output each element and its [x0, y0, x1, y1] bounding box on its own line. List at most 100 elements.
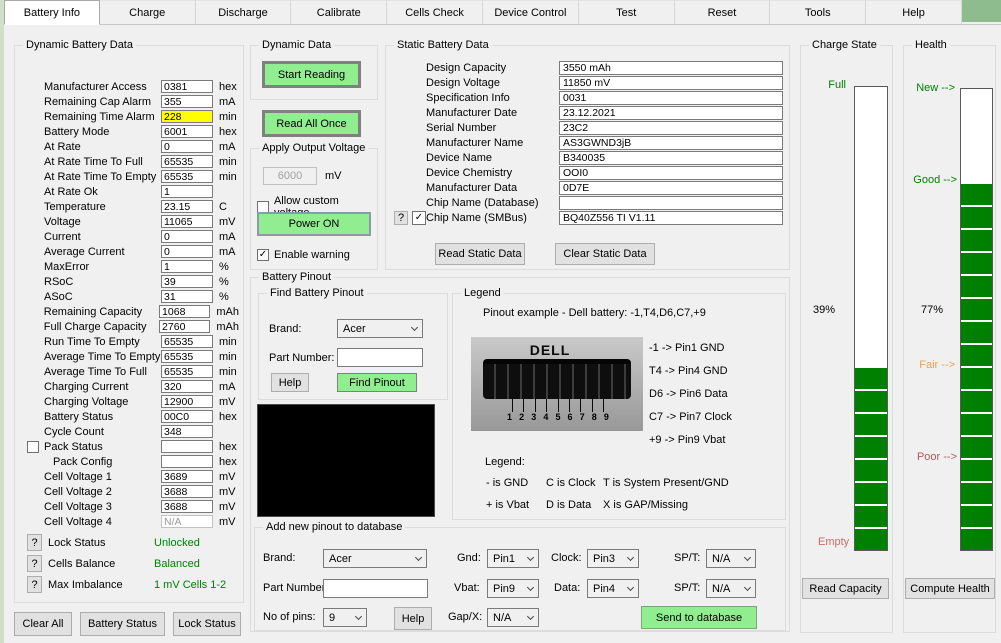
- tab[interactable]: Device Control: [482, 0, 579, 24]
- row-value-field[interactable]: 11850 mV: [559, 75, 783, 90]
- row-value-field[interactable]: 00C0: [161, 410, 213, 423]
- row-value-field[interactable]: 65535: [161, 350, 213, 363]
- group-title: Battery Pinout: [259, 271, 335, 283]
- help-button[interactable]: ?: [27, 555, 42, 572]
- tab[interactable]: Charge: [99, 0, 196, 24]
- row-value-field[interactable]: BQ40Z556 TI V1.11: [559, 210, 783, 225]
- power-on-button[interactable]: Power ON: [257, 212, 371, 236]
- tab[interactable]: Discharge: [195, 0, 292, 24]
- charge-state-group: Charge State Full 39% Empty: [800, 39, 893, 633]
- status-row: ? Max Imbalance 1 mV Cells 1-2: [27, 574, 239, 595]
- row-value-field[interactable]: 12900: [161, 395, 213, 408]
- smbus-checkbox[interactable]: [412, 210, 426, 225]
- read-capacity-button[interactable]: Read Capacity: [802, 578, 889, 599]
- row-label: Cell Voltage 4: [44, 515, 112, 528]
- row-value-field[interactable]: 65535: [161, 155, 213, 168]
- health-group: Health New --> Good --> 77% Fair --> Poo…: [903, 39, 996, 633]
- row-value-field[interactable]: 23C2: [559, 120, 783, 135]
- add-help-button[interactable]: Help: [394, 607, 432, 630]
- send-to-database-button[interactable]: Send to database: [641, 606, 757, 629]
- gap-select[interactable]: N/A: [487, 608, 539, 627]
- row-value-field[interactable]: 0031: [559, 90, 783, 105]
- row-value-field[interactable]: AS3GWND3jB: [559, 135, 783, 150]
- row-value-field[interactable]: 228: [161, 110, 213, 123]
- row-value-field[interactable]: 23.15: [161, 200, 213, 213]
- row-value-field[interactable]: 320: [161, 380, 213, 393]
- no-of-pins-select[interactable]: 9: [323, 608, 367, 627]
- gnd-select[interactable]: Pin1: [487, 549, 539, 568]
- row-value-field[interactable]: 65535: [161, 170, 213, 183]
- row-value-field[interactable]: 1: [161, 260, 213, 273]
- row-value-field[interactable]: 39: [161, 275, 213, 288]
- spt-select[interactable]: N/A: [706, 549, 756, 568]
- dynamic-data-row: Remaining Cap Alarm 355 mA: [27, 94, 239, 109]
- data-select[interactable]: Pin4: [587, 579, 639, 598]
- row-value-field[interactable]: 23.12.2021: [559, 105, 783, 120]
- row-value-field[interactable]: 31: [161, 290, 213, 303]
- row-value-field[interactable]: 0: [161, 140, 213, 153]
- tab[interactable]: Help: [866, 0, 962, 24]
- vbat-select[interactable]: Pin9: [487, 579, 539, 598]
- row-value-field[interactable]: 11065: [161, 215, 213, 228]
- row-value-field[interactable]: B340035: [559, 150, 783, 165]
- group-title: Apply Output Voltage: [259, 142, 369, 154]
- compute-health-button[interactable]: Compute Health: [905, 578, 995, 599]
- battery-status-button[interactable]: Battery Status: [80, 612, 165, 636]
- tab[interactable]: Battery Info: [4, 0, 100, 25]
- row-prefix: [27, 351, 44, 363]
- voltage-input[interactable]: 6000: [263, 167, 317, 185]
- enable-warning-checkbox[interactable]: [257, 249, 269, 261]
- row-value-field[interactable]: 3688: [161, 500, 213, 513]
- row-value-field[interactable]: 355: [161, 95, 213, 108]
- row-value-field[interactable]: [161, 455, 213, 468]
- part-number-input[interactable]: [323, 579, 428, 598]
- start-reading-button[interactable]: Start Reading: [262, 61, 361, 88]
- part-number-input[interactable]: [337, 348, 423, 367]
- row-value-field[interactable]: 1068: [159, 305, 211, 318]
- row-value-field[interactable]: [559, 195, 783, 210]
- tab[interactable]: Reset: [674, 0, 771, 24]
- row-value-field[interactable]: OOI0: [559, 165, 783, 180]
- find-pinout-button[interactable]: Find Pinout: [337, 373, 417, 392]
- row-value-field[interactable]: 65535: [161, 365, 213, 378]
- clear-static-data-button[interactable]: Clear Static Data: [555, 243, 655, 265]
- row-value-field[interactable]: 0381: [161, 80, 213, 93]
- brand-select[interactable]: Acer: [323, 549, 427, 568]
- dynamic-data-row: Average Current 0 mA: [27, 244, 239, 259]
- row-value-field[interactable]: N/A: [161, 515, 213, 528]
- row-value-field[interactable]: 2760: [159, 320, 211, 333]
- read-all-once-button[interactable]: Read All Once: [262, 110, 361, 137]
- clock-select[interactable]: Pin3: [587, 549, 639, 568]
- row-value-field[interactable]: 0: [161, 245, 213, 258]
- help-button[interactable]: ?: [27, 534, 42, 551]
- row-label: At Rate: [44, 140, 81, 153]
- row-value-field[interactable]: 3689: [161, 470, 213, 483]
- connector-brand-text: DELL: [529, 342, 571, 358]
- row-value-field[interactable]: 65535: [161, 335, 213, 348]
- spt-select[interactable]: N/A: [706, 579, 756, 598]
- dynamic-data-row: Pack Status hex: [27, 439, 239, 454]
- row-value-field[interactable]: 3550 mAh: [559, 60, 783, 75]
- static-data-row: Chip Name (Database): [394, 195, 783, 210]
- tab[interactable]: Calibrate: [291, 0, 388, 24]
- row-value-field[interactable]: [161, 440, 213, 453]
- row-value-field[interactable]: 0D7E: [559, 180, 783, 195]
- clear-all-button[interactable]: Clear All: [14, 612, 72, 636]
- tab[interactable]: Cells Check: [387, 0, 483, 24]
- row-value-field[interactable]: 0: [161, 230, 213, 243]
- tab[interactable]: Tools: [770, 0, 867, 24]
- find-help-button[interactable]: Help: [271, 373, 309, 392]
- pack-status-checkbox[interactable]: [27, 440, 39, 453]
- help-button[interactable]: ?: [27, 576, 42, 593]
- row-unit: min: [219, 350, 237, 363]
- row-value-field[interactable]: 1: [161, 185, 213, 198]
- dynamic-data-row: Cell Voltage 1 3689 mV: [27, 469, 239, 484]
- row-value-field[interactable]: 3688: [161, 485, 213, 498]
- help-button[interactable]: ?: [394, 210, 408, 225]
- lock-status-button[interactable]: Lock Status: [173, 612, 241, 636]
- tab[interactable]: Test: [578, 0, 675, 24]
- row-value-field[interactable]: 6001: [161, 125, 213, 138]
- read-static-data-button[interactable]: Read Static Data: [435, 243, 525, 265]
- row-value-field[interactable]: 348: [161, 425, 213, 438]
- brand-select[interactable]: Acer: [337, 319, 423, 338]
